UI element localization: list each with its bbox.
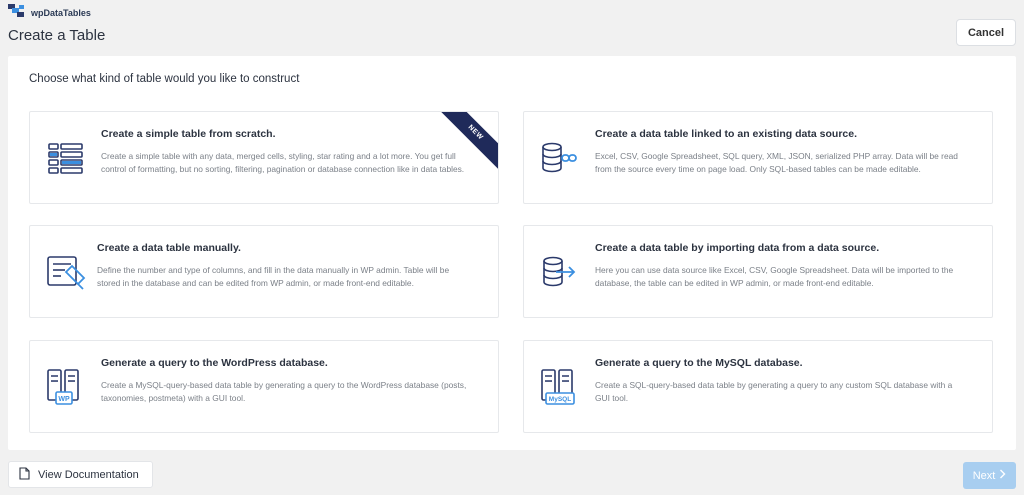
brand: wpDataTables <box>8 3 91 23</box>
cancel-button[interactable]: Cancel <box>956 19 1016 46</box>
view-documentation-button[interactable]: View Documentation <box>8 461 153 488</box>
card-description: Create a simple table with any data, mer… <box>101 151 465 175</box>
card-description: Define the number and type of columns, a… <box>97 265 450 289</box>
card-title: Generate a query to the WordPress databa… <box>101 357 328 369</box>
card-manual-table[interactable]: Create a data table manually. Define the… <box>29 225 499 318</box>
simple-table-icon <box>46 138 86 178</box>
card-linked-data-source[interactable]: Create a data table linked to an existin… <box>523 111 993 204</box>
table-type-panel: Choose what kind of table would you like… <box>8 56 1016 450</box>
card-title: Generate a query to the MySQL database. <box>595 357 803 369</box>
card-import-data[interactable]: Create a data table by importing data fr… <box>523 225 993 318</box>
linked-data-source-icon <box>540 138 580 178</box>
card-description: Create a SQL-query-based data table by g… <box>595 380 953 404</box>
card-title: Create a simple table from scratch. <box>101 128 276 140</box>
card-title: Create a data table manually. <box>97 242 241 254</box>
chevron-right-icon <box>999 469 1006 482</box>
card-description: Excel, CSV, Google Spreadsheet, SQL quer… <box>595 151 958 175</box>
mysql-query-icon: MySQL <box>540 367 580 407</box>
wordpress-query-icon: WP <box>46 367 86 407</box>
panel-heading: Choose what kind of table would you like… <box>29 73 300 85</box>
wpdatatables-logo-icon <box>8 3 26 23</box>
card-description: Create a MySQL-query-based data table by… <box>101 380 467 404</box>
wp-icon-label: WP <box>58 396 70 403</box>
card-wordpress-query[interactable]: WP Generate a query to the WordPress dat… <box>29 340 499 433</box>
brand-name: wpDataTables <box>31 8 91 18</box>
mysql-icon-label: MySQL <box>549 396 571 403</box>
card-title: Create a data table by importing data fr… <box>595 242 880 254</box>
page-title: Create a Table <box>8 27 106 44</box>
view-documentation-label: View Documentation <box>38 468 139 481</box>
card-title: Create a data table linked to an existin… <box>595 128 857 140</box>
card-simple-table[interactable]: Create a simple table from scratch. Crea… <box>29 111 499 204</box>
card-description: Here you can use data source like Excel,… <box>595 265 954 289</box>
next-button[interactable]: Next <box>963 462 1016 489</box>
card-mysql-query[interactable]: MySQL Generate a query to the MySQL data… <box>523 340 993 433</box>
import-data-icon <box>540 252 580 292</box>
next-label: Next <box>972 469 996 482</box>
document-icon <box>19 466 30 483</box>
manual-table-icon <box>46 252 86 292</box>
